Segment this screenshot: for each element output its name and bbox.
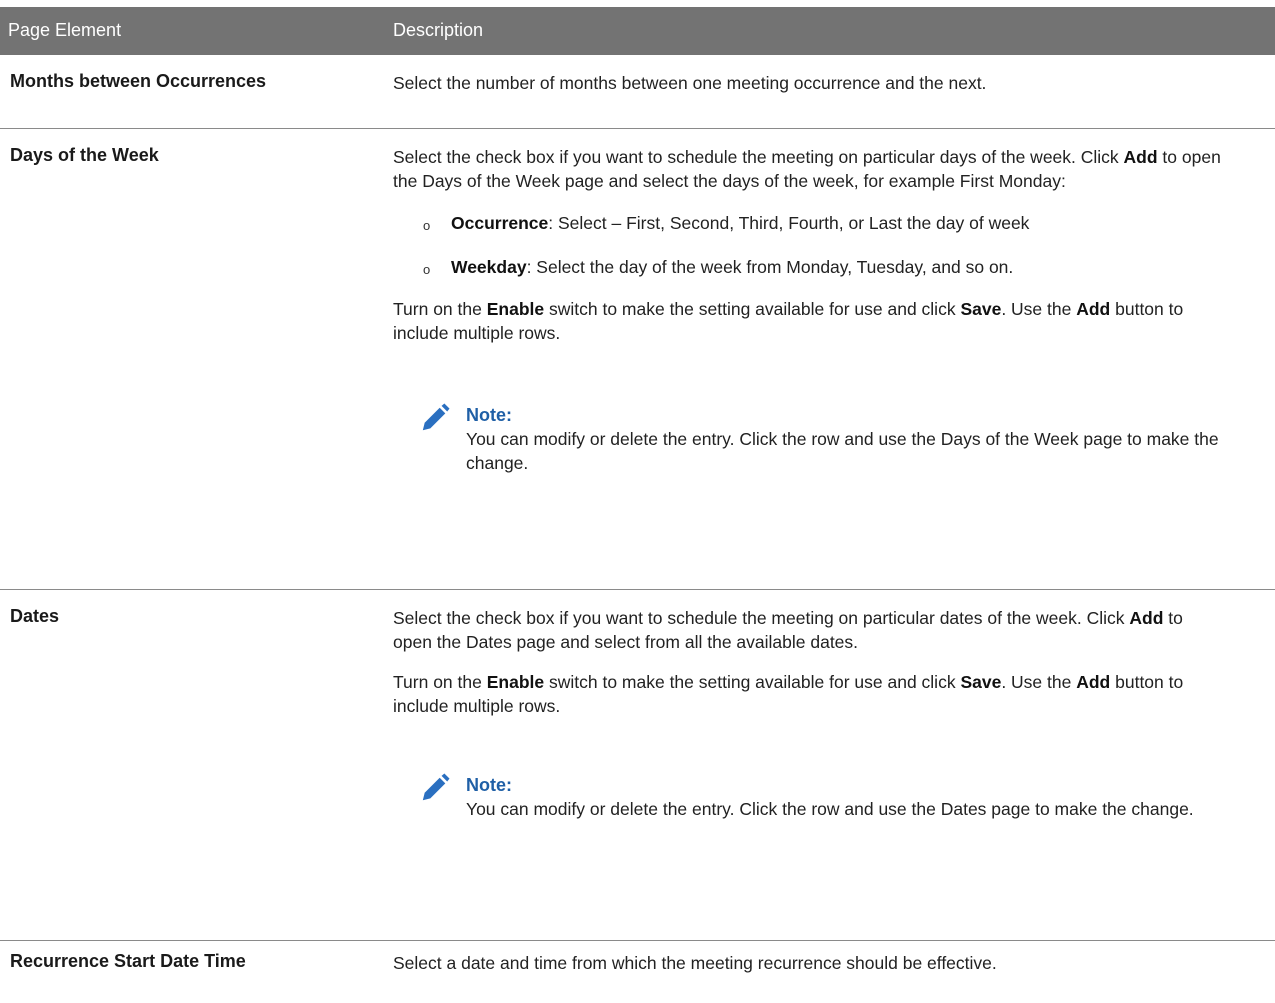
dates-intro: Select the check box if you want to sche…	[393, 608, 1183, 652]
dates-enable-text: Turn on the Enable switch to make the se…	[393, 672, 1184, 716]
term-dates: Dates	[10, 606, 60, 626]
table-row-days-of-week: Days of the Week Select the check box if…	[0, 129, 1275, 590]
note-body: You can modify or delete the entry. Clic…	[466, 429, 1219, 473]
pencil-icon	[422, 403, 450, 431]
table-row-dates: Dates Select the check box if you want t…	[0, 590, 1275, 941]
days-intro: Select the check box if you want to sche…	[393, 147, 1221, 191]
note-title: Note:	[466, 405, 512, 425]
list-item-occurrence: o Occurrence: Select – First, Second, Thi…	[423, 211, 1223, 235]
desc-days-of-the-week: Select the check box if you want to sche…	[393, 145, 1223, 475]
note-dates: Note: You can modify or delete the entry…	[420, 773, 1223, 821]
table-header: Page Element Description	[0, 7, 1275, 55]
desc-months-between-occurrences: Select the number of months between one …	[393, 73, 987, 93]
days-bullet-list: o Occurrence: Select – First, Second, Thi…	[393, 211, 1223, 279]
note-days-of-the-week: Note: You can modify or delete the entry…	[420, 403, 1223, 475]
note-body: You can modify or delete the entry. Clic…	[466, 799, 1194, 819]
table-row-months: Months between Occurrences Select the nu…	[0, 55, 1275, 129]
header-description: Description	[393, 20, 484, 40]
term-days-of-the-week: Days of the Week	[10, 145, 159, 165]
table-row-recurrence-start: Recurrence Start Date Time Select a date…	[0, 941, 1275, 1003]
term-months-between-occurrences: Months between Occurrences	[10, 71, 267, 91]
note-title: Note:	[466, 775, 512, 795]
desc-recurrence-start-date-time: Select a date and time from which the me…	[393, 953, 997, 973]
circle-bullet-icon: o	[423, 218, 431, 233]
header-page-element: Page Element	[8, 20, 122, 40]
days-enable-text: Turn on the Enable switch to make the se…	[393, 299, 1184, 343]
desc-dates: Select the check box if you want to sche…	[393, 606, 1223, 821]
circle-bullet-icon: o	[423, 262, 431, 277]
list-item-weekday: o Weekday: Select the day of the week fro…	[423, 255, 1223, 279]
pencil-icon	[422, 773, 450, 801]
term-recurrence-start-date-time: Recurrence Start Date Time	[10, 951, 246, 971]
